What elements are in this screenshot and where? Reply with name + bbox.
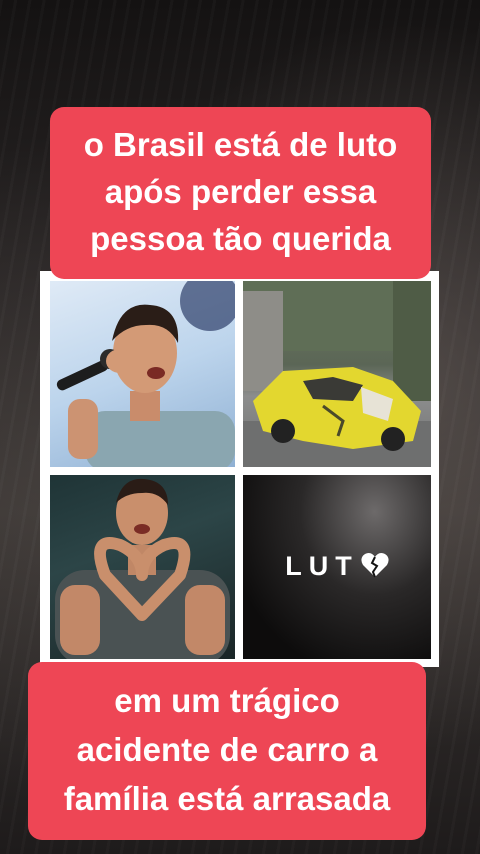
photo-luto-mourning: LUT [243, 475, 431, 659]
photo-collage: LUT [40, 271, 439, 667]
luto-label: LUT [243, 551, 431, 582]
heart-hands-illustration [55, 478, 230, 659]
caption-bottom: em um trágico acidente de carro a famíli… [28, 662, 426, 840]
photo-singer-heart-hands [50, 475, 235, 659]
caption-top-line-1: o Brasil está de luto [83, 126, 398, 163]
singer-illustration [56, 281, 235, 467]
caption-bottom-line-2: acidente de carro a [76, 731, 378, 768]
caption-bottom-line-1: em um trágico [114, 682, 340, 719]
photo-singer-microphone [50, 281, 235, 467]
caption-bottom-line-3: família está arrasada [63, 780, 391, 817]
caption-top: o Brasil está de luto após perder essa p… [50, 107, 431, 279]
luto-text: LUT [285, 551, 359, 581]
broken-heart-icon [361, 553, 389, 578]
caption-top-line-2: após perder essa [104, 173, 377, 210]
crashed-car-illustration [243, 281, 431, 467]
photo-crashed-car [243, 281, 431, 467]
caption-top-line-3: pessoa tão querida [90, 220, 391, 257]
